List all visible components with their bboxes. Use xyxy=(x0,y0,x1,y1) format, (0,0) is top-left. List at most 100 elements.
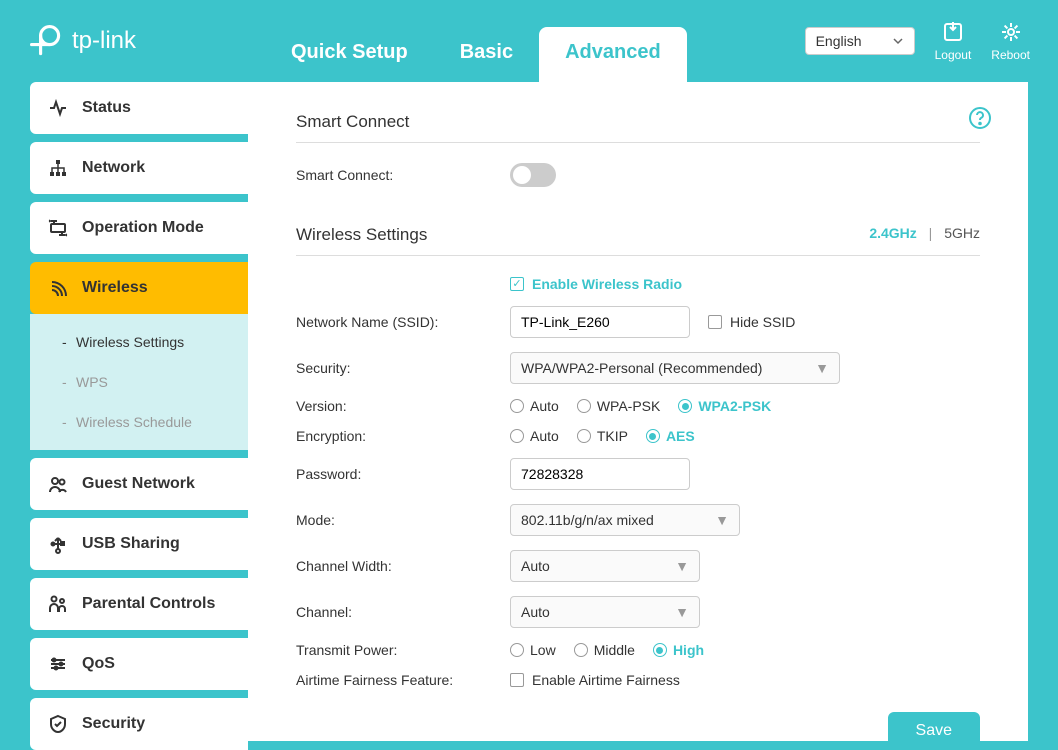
sidebar-label: Network xyxy=(82,159,145,177)
tab-quick-setup[interactable]: Quick Setup xyxy=(265,27,434,82)
password-input[interactable] xyxy=(510,458,690,490)
help-icon xyxy=(968,106,992,130)
sidebar-label: Parental Controls xyxy=(82,595,215,613)
version-label: Version: xyxy=(296,398,510,414)
band-24ghz-tab[interactable]: 2.4GHz xyxy=(869,225,916,241)
ssid-input[interactable] xyxy=(510,306,690,338)
encryption-auto-radio[interactable]: Auto xyxy=(510,428,559,444)
shield-icon xyxy=(48,714,68,734)
transmit-power-label: Transmit Power: xyxy=(296,642,510,658)
sidebar-label: QoS xyxy=(82,655,115,673)
radio-icon xyxy=(678,399,692,413)
channel-width-label: Channel Width: xyxy=(296,558,510,574)
radio-label: TKIP xyxy=(597,428,628,444)
network-icon xyxy=(48,158,68,178)
mode-label: Mode: xyxy=(296,512,510,528)
reboot-icon xyxy=(999,20,1023,44)
transmit-high-radio[interactable]: High xyxy=(653,642,704,658)
logout-icon xyxy=(941,20,965,44)
brand-text: tp-link xyxy=(72,27,136,55)
tab-basic[interactable]: Basic xyxy=(434,27,539,82)
save-button[interactable]: Save xyxy=(888,712,980,741)
radio-icon xyxy=(510,643,524,657)
reboot-label: Reboot xyxy=(991,48,1030,62)
sidebar-item-status[interactable]: Status xyxy=(30,82,248,134)
tab-advanced[interactable]: Advanced xyxy=(539,27,687,82)
radio-label: AES xyxy=(666,428,695,444)
version-auto-radio[interactable]: Auto xyxy=(510,398,559,414)
mode-value: 802.11b/g/n/ax mixed xyxy=(521,512,654,528)
band-5ghz-tab[interactable]: 5GHz xyxy=(944,225,980,241)
brand-logo: tp-link xyxy=(28,23,136,59)
caret-down-icon: ▼ xyxy=(675,604,689,620)
transmit-middle-radio[interactable]: Middle xyxy=(574,642,635,658)
band-separator: | xyxy=(929,225,933,241)
airtime-check-label: Enable Airtime Fairness xyxy=(532,672,680,688)
checkbox-icon xyxy=(510,673,524,687)
channel-width-select[interactable]: Auto ▼ xyxy=(510,550,700,582)
usb-icon xyxy=(48,534,68,554)
enable-wireless-radio-checkbox[interactable]: Enable Wireless Radio xyxy=(510,276,682,292)
enable-wireless-label: Enable Wireless Radio xyxy=(532,276,682,292)
guest-network-icon xyxy=(48,474,68,494)
wireless-settings-title: Wireless Settings 2.4GHz | 5GHz xyxy=(296,225,980,256)
radio-icon xyxy=(577,399,591,413)
checkbox-icon xyxy=(510,277,524,291)
encryption-tkip-radio[interactable]: TKIP xyxy=(577,428,628,444)
sidebar-item-usb-sharing[interactable]: USB Sharing xyxy=(30,518,248,570)
radio-label: Middle xyxy=(594,642,635,658)
security-select[interactable]: WPA/WPA2-Personal (Recommended) ▼ xyxy=(510,352,840,384)
language-value: English xyxy=(816,33,862,49)
wireless-submenu: Wireless Settings WPS Wireless Schedule xyxy=(30,314,248,450)
sidebar-sub-wireless-settings[interactable]: Wireless Settings xyxy=(30,322,248,362)
wireless-settings-title-text: Wireless Settings xyxy=(296,225,427,244)
sidebar-label: USB Sharing xyxy=(82,535,180,553)
radio-icon xyxy=(574,643,588,657)
caret-down-icon: ▼ xyxy=(715,512,729,528)
sidebar-sub-wps[interactable]: WPS xyxy=(30,362,248,402)
logout-label: Logout xyxy=(935,48,972,62)
sidebar-sub-wireless-schedule[interactable]: Wireless Schedule xyxy=(30,402,248,442)
hide-ssid-checkbox[interactable]: Hide SSID xyxy=(708,314,795,330)
smart-connect-title: Smart Connect xyxy=(296,112,980,143)
qos-icon xyxy=(48,654,68,674)
help-button[interactable] xyxy=(968,106,992,135)
sidebar-item-operation-mode[interactable]: Operation Mode xyxy=(30,202,248,254)
encryption-label: Encryption: xyxy=(296,428,510,444)
radio-label: High xyxy=(673,642,704,658)
sidebar-item-qos[interactable]: QoS xyxy=(30,638,248,690)
version-wpa2-radio[interactable]: WPA2-PSK xyxy=(678,398,771,414)
operation-mode-icon xyxy=(48,218,68,238)
airtime-label: Airtime Fairness Feature: xyxy=(296,672,510,688)
radio-icon xyxy=(577,429,591,443)
mode-select[interactable]: 802.11b/g/n/ax mixed ▼ xyxy=(510,504,740,536)
transmit-low-radio[interactable]: Low xyxy=(510,642,556,658)
caret-down-icon: ▼ xyxy=(675,558,689,574)
password-label: Password: xyxy=(296,466,510,482)
radio-icon xyxy=(646,429,660,443)
radio-label: WPA2-PSK xyxy=(698,398,771,414)
sidebar-label: Wireless xyxy=(82,279,148,297)
smart-connect-toggle[interactable] xyxy=(510,163,556,187)
reboot-button[interactable]: Reboot xyxy=(991,20,1030,62)
sidebar-item-parental-controls[interactable]: Parental Controls xyxy=(30,578,248,630)
tplink-logo-icon xyxy=(28,23,64,59)
sidebar-label: Guest Network xyxy=(82,475,195,493)
version-wpa-radio[interactable]: WPA-PSK xyxy=(577,398,661,414)
sidebar-item-guest-network[interactable]: Guest Network xyxy=(30,458,248,510)
channel-select[interactable]: Auto ▼ xyxy=(510,596,700,628)
logout-button[interactable]: Logout xyxy=(935,20,972,62)
security-label: Security: xyxy=(296,360,510,376)
radio-icon xyxy=(510,399,524,413)
sidebar-item-network[interactable]: Network xyxy=(30,142,248,194)
encryption-aes-radio[interactable]: AES xyxy=(646,428,695,444)
airtime-fairness-checkbox[interactable]: Enable Airtime Fairness xyxy=(510,672,680,688)
caret-down-icon: ▼ xyxy=(815,360,829,376)
sidebar-item-security[interactable]: Security xyxy=(30,698,248,750)
sidebar-label: Operation Mode xyxy=(82,219,204,237)
channel-label: Channel: xyxy=(296,604,510,620)
sidebar-item-wireless[interactable]: Wireless xyxy=(30,262,248,314)
channel-value: Auto xyxy=(521,604,550,620)
hide-ssid-label: Hide SSID xyxy=(730,314,795,330)
language-select[interactable]: English xyxy=(805,27,915,55)
